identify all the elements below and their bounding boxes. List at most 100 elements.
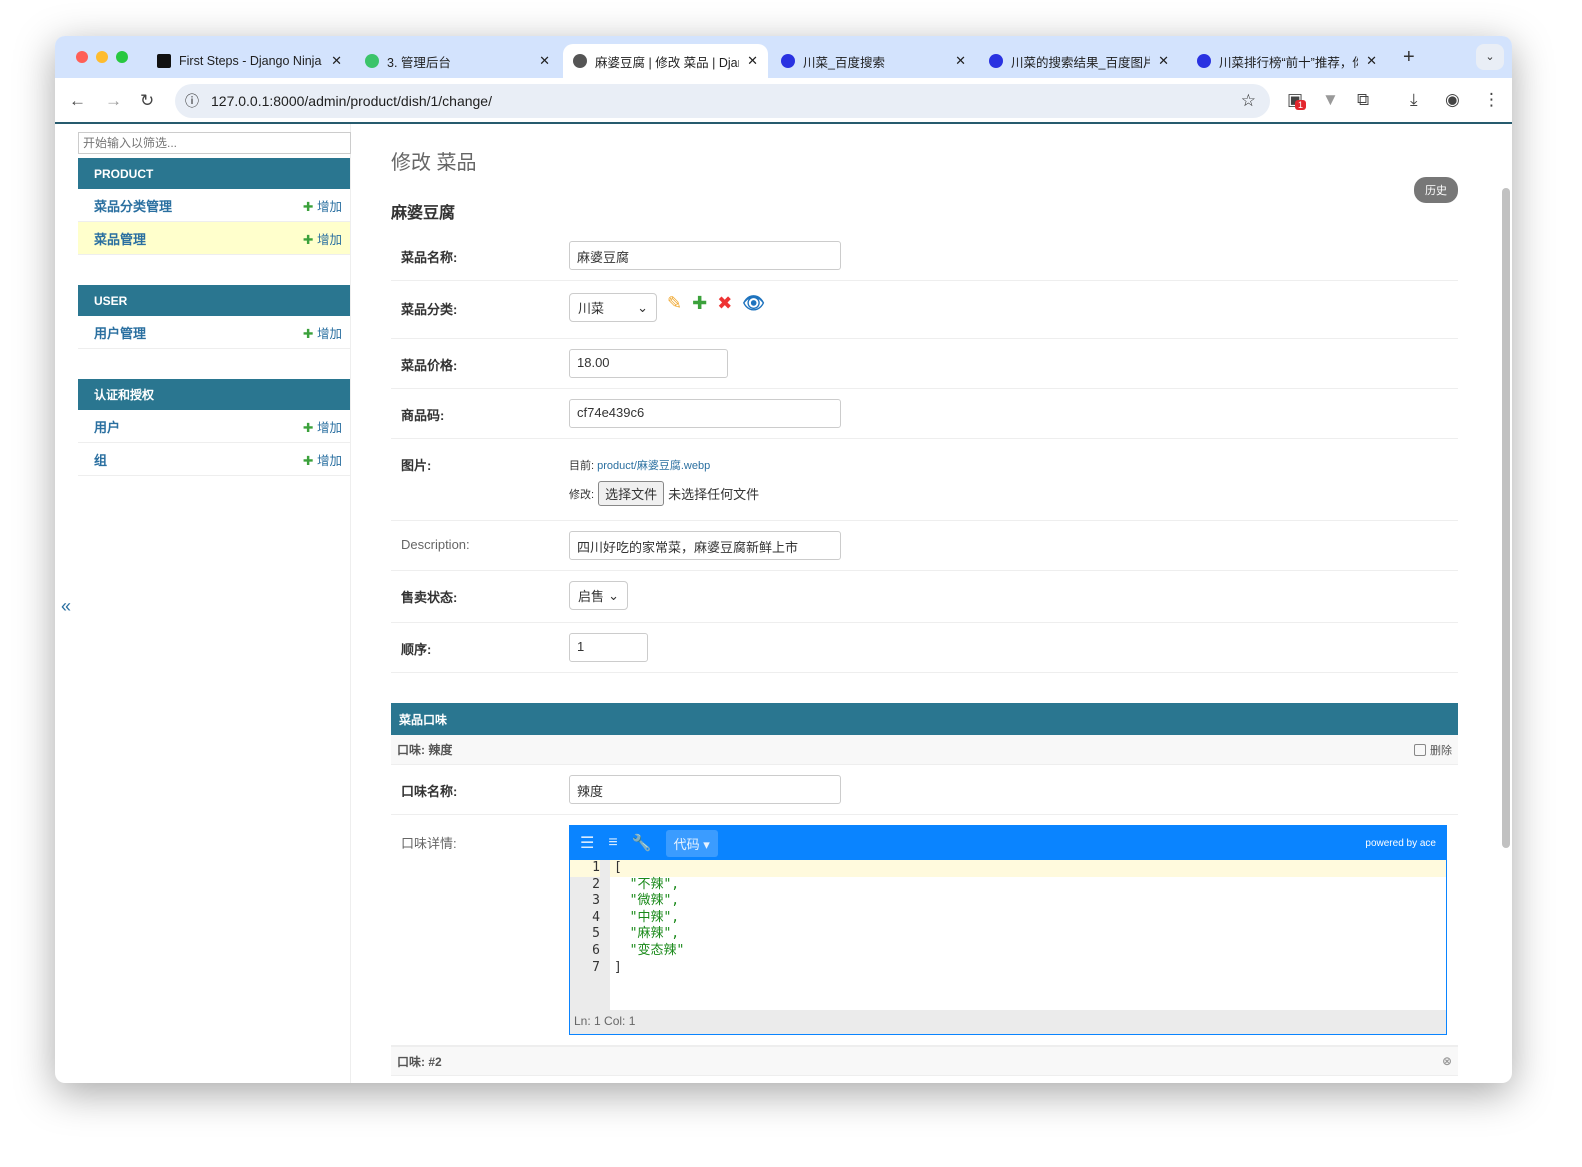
module-header[interactable]: PRODUCT: [78, 158, 350, 189]
name-input[interactable]: 麻婆豆腐: [569, 241, 841, 270]
address-bar[interactable]: ⓘ 127.0.0.1:8000/admin/product/dish/1/ch…: [175, 84, 1270, 118]
current-image-link[interactable]: product/麻婆豆腐.webp: [597, 460, 710, 472]
tab-baidu-images[interactable]: 川菜的搜索结果_百度图片 ✕: [979, 44, 1179, 78]
wrench-icon[interactable]: 🔧: [632, 833, 652, 853]
tab-title: First Steps - Django Ninja: [179, 54, 322, 68]
bookmark-star-icon[interactable]: ☆: [1241, 91, 1256, 111]
menu-kebab-icon[interactable]: ⋮: [1483, 90, 1500, 110]
close-window-button[interactable]: [76, 51, 88, 63]
add-link[interactable]: ✚ 增加: [303, 323, 342, 342]
code-area[interactable]: 1234567 [ "不辣", "微辣", "中辣", "麻辣", "变态辣"]: [570, 860, 1446, 1010]
profile-avatar[interactable]: ◉: [1445, 90, 1460, 110]
add-link[interactable]: ✚ 增加: [303, 450, 342, 469]
status-select[interactable]: 启售 ⌄: [569, 581, 628, 610]
sidebar-filter-input[interactable]: [78, 132, 351, 154]
collapse-sidebar-button[interactable]: «: [61, 596, 71, 617]
close-tab-icon[interactable]: ✕: [539, 53, 550, 69]
sidebar-link[interactable]: 用户管理: [94, 323, 146, 342]
code-line[interactable]: "微辣",: [610, 893, 1446, 910]
close-tab-icon[interactable]: ✕: [1158, 53, 1169, 69]
field-label: 口味名称:: [401, 784, 458, 799]
format-icon[interactable]: ≡: [608, 834, 617, 852]
forward-icon[interactable]: →: [105, 91, 122, 111]
sidebar-link[interactable]: 用户: [94, 417, 120, 436]
mode-dropdown[interactable]: 代码 ▾: [665, 829, 718, 857]
close-tab-icon[interactable]: ✕: [1366, 53, 1377, 69]
sidebar-item-dish: 菜品管理 ✚ 增加: [78, 222, 350, 255]
line-number: 3: [592, 893, 600, 909]
remove-circle-icon[interactable]: ⊗: [1442, 1054, 1452, 1068]
tab-dish-change[interactable]: 麻婆豆腐 | 修改 菜品 | Django ✕: [563, 44, 768, 78]
edit-pencil-icon[interactable]: ✎: [667, 293, 682, 314]
maximize-window-button[interactable]: [116, 51, 128, 63]
category-select[interactable]: 川菜 ⌄: [569, 293, 657, 322]
code-line[interactable]: "变态辣": [610, 943, 1446, 960]
extension-icon[interactable]: ▣ 1: [1287, 90, 1307, 110]
line-number: 1: [570, 860, 600, 877]
tab-django-ninja[interactable]: First Steps - Django Ninja ✕: [147, 44, 352, 78]
ninja-icon: [157, 54, 171, 68]
add-link[interactable]: ✚ 增加: [303, 417, 342, 436]
module-product: PRODUCT 菜品分类管理 ✚ 增加 菜品管理 ✚ 增加: [78, 158, 350, 255]
url-text[interactable]: 127.0.0.1:8000/admin/product/dish/1/chan…: [211, 93, 492, 109]
flavor-name-input[interactable]: 辣度: [569, 775, 841, 804]
tab-ranking[interactable]: 川菜排行榜“前十”推荐，你 ✕: [1187, 44, 1387, 78]
field-label: 菜品分类:: [401, 302, 458, 317]
choose-file-button[interactable]: 选择文件: [598, 481, 665, 506]
scrollbar[interactable]: [1502, 188, 1510, 848]
powered-by-ace[interactable]: powered by ace: [1365, 838, 1436, 849]
add-label: 增加: [316, 199, 342, 214]
sidebar-link[interactable]: 组: [94, 450, 107, 469]
close-tab-icon[interactable]: ✕: [955, 53, 966, 69]
code-line[interactable]: [: [610, 860, 1446, 877]
order-input[interactable]: 1: [569, 633, 648, 662]
module-header[interactable]: 认证和授权: [78, 379, 350, 410]
field-flavor-detail: 口味详情: ☰ ≡ 🔧 代码 ▾ powered by ace 1234567 [ …: [391, 815, 1458, 1046]
close-tab-icon[interactable]: ✕: [747, 53, 758, 69]
field-category: 菜品分类: 川菜 ⌄ ✎ ✚ ✖ 👁: [391, 281, 1458, 339]
back-icon[interactable]: ←: [69, 91, 86, 111]
code-lines[interactable]: [ "不辣", "微辣", "中辣", "麻辣", "变态辣"]: [610, 860, 1446, 1010]
new-tab-button[interactable]: +: [1403, 46, 1415, 69]
indent-icon[interactable]: ☰: [580, 833, 594, 853]
history-button[interactable]: 历史: [1414, 177, 1458, 203]
add-link[interactable]: ✚ 增加: [303, 229, 342, 248]
delete-checkbox[interactable]: [1414, 743, 1426, 756]
add-link[interactable]: ✚ 增加: [303, 196, 342, 215]
globe-icon: [573, 54, 587, 68]
module-header[interactable]: USER: [78, 285, 350, 316]
tab-bar: First Steps - Django Ninja ✕ 3. 管理后台 ✕ 麻婆豆…: [55, 36, 1512, 78]
minimize-window-button[interactable]: [96, 51, 108, 63]
price-input[interactable]: 18.00: [569, 349, 728, 378]
description-input[interactable]: 四川好吃的家常菜，麻婆豆腐新鲜上市: [569, 531, 841, 560]
object-title: 麻婆豆腐: [391, 205, 456, 222]
tab-title: 川菜的搜索结果_百度图片: [1011, 55, 1151, 70]
code-line[interactable]: ]: [610, 960, 1446, 977]
code-line[interactable]: "不辣",: [610, 877, 1446, 894]
download-icon[interactable]: ⤓: [1410, 90, 1418, 110]
add-plus-icon[interactable]: ✚: [692, 293, 707, 314]
code-line[interactable]: "麻辣",: [610, 926, 1446, 943]
site-info-icon[interactable]: ⓘ: [185, 91, 199, 111]
editor-status: Ln: 1 Col: 1: [570, 1010, 1446, 1034]
vue-devtools-icon[interactable]: ▼: [1322, 90, 1339, 110]
tab-admin-doc[interactable]: 3. 管理后台 ✕: [355, 44, 560, 78]
field-label: 商品码:: [401, 408, 445, 423]
line-gutter: 1234567: [570, 860, 610, 1010]
view-eye-icon[interactable]: 👁: [742, 293, 765, 314]
sidebar-link[interactable]: 菜品管理: [94, 229, 146, 248]
extensions-puzzle-icon[interactable]: ⧉: [1357, 90, 1369, 110]
module-user: USER 用户管理 ✚ 增加: [78, 285, 350, 349]
sidebar-link[interactable]: 菜品分类管理: [94, 196, 172, 215]
field-label: 图片:: [401, 458, 432, 473]
code-input[interactable]: cf74e439c6: [569, 399, 841, 428]
tab-search-chevron-icon[interactable]: ⌄: [1476, 44, 1504, 70]
delete-checkbox-wrapper: 删除: [1414, 742, 1452, 758]
tab-title: 3. 管理后台: [387, 55, 451, 70]
code-line[interactable]: "中辣",: [610, 910, 1446, 927]
delete-x-icon[interactable]: ✖: [717, 293, 732, 314]
reload-icon[interactable]: ↻: [140, 91, 154, 111]
field-image: 图片: 目前: product/麻婆豆腐.webp 修改: 选择文件 未选择任何文件: [391, 439, 1458, 521]
close-tab-icon[interactable]: ✕: [331, 53, 342, 69]
tab-baidu-search[interactable]: 川菜_百度搜索 ✕: [771, 44, 976, 78]
